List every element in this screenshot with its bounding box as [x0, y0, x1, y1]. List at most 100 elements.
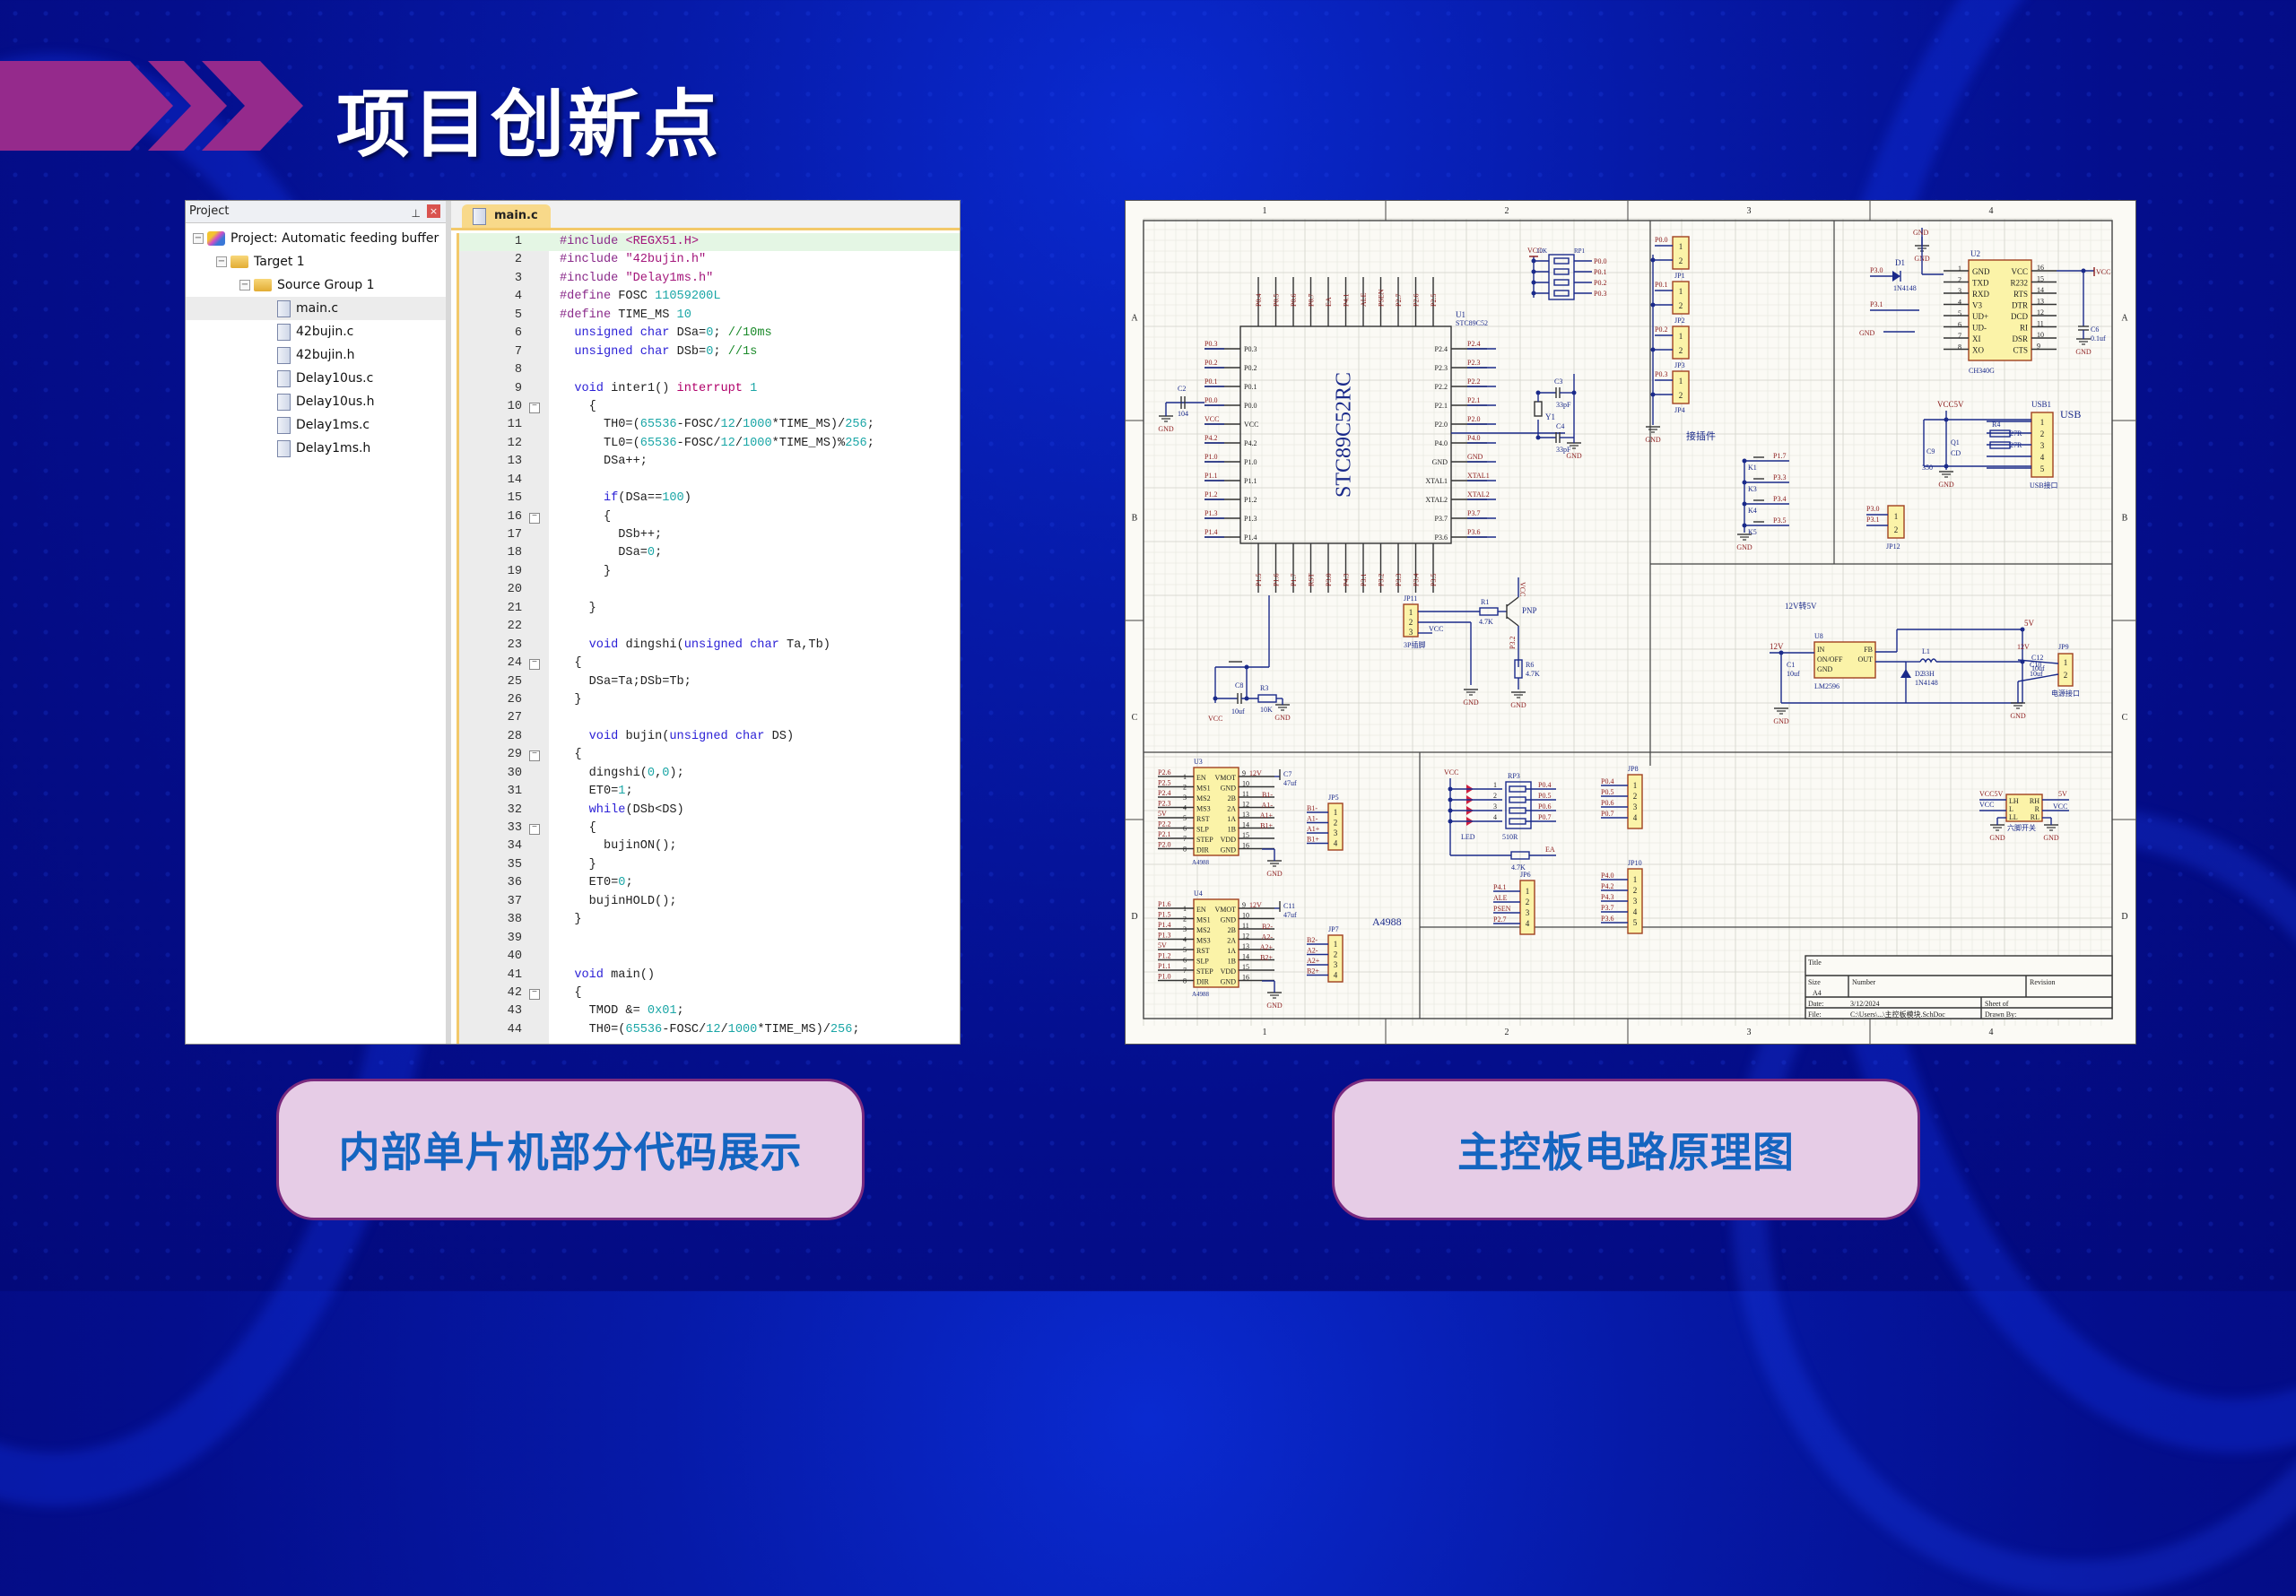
- fold-toggle-icon[interactable]: −: [529, 750, 540, 762]
- net-label: ALE: [1360, 292, 1368, 307]
- code-line[interactable]: 32 while(DSb<DS): [459, 802, 960, 820]
- code-line[interactable]: 2 #include "42bujin.h": [459, 251, 960, 269]
- code-demo-button[interactable]: 内部单片机部分代码展示: [276, 1079, 865, 1220]
- net-label: P1.5: [1255, 574, 1263, 586]
- schematic-label: 2: [2040, 429, 2045, 438]
- pin-label: 2A: [1227, 805, 1236, 813]
- code-line[interactable]: 16− {: [459, 508, 960, 526]
- code-line[interactable]: 42− {: [459, 984, 960, 1002]
- schematic-button[interactable]: 主控板电路原理图: [1332, 1079, 1920, 1220]
- code-line[interactable]: 39: [459, 930, 960, 948]
- code-line[interactable]: 35 }: [459, 856, 960, 874]
- line-number: 21: [507, 601, 522, 615]
- schematic-label: ALE: [1493, 894, 1508, 902]
- tree-item-file[interactable]: 42bujin.c: [186, 320, 446, 343]
- code-line[interactable]: 36 ET0=0;: [459, 874, 960, 892]
- schematic-label: JP7: [1328, 925, 1339, 933]
- fold-toggle-icon[interactable]: −: [529, 659, 540, 671]
- code-line[interactable]: 14: [459, 472, 960, 490]
- fold-toggle-icon[interactable]: −: [529, 988, 540, 1000]
- code-line[interactable]: 24− {: [459, 655, 960, 672]
- code-line[interactable]: 37 bujinHOLD();: [459, 893, 960, 911]
- schematic-label: JP4: [1674, 406, 1685, 414]
- line-number: 13: [507, 455, 522, 469]
- net-label: P2.2: [1158, 820, 1170, 828]
- tree-item-file[interactable]: Delay1ms.h: [186, 437, 446, 460]
- code-line[interactable]: 40: [459, 948, 960, 966]
- code-line[interactable]: 18 DSa=0;: [459, 544, 960, 562]
- tree-item-file[interactable]: Delay10us.h: [186, 390, 446, 413]
- code-line[interactable]: 3 #include "Delay1ms.h": [459, 270, 960, 288]
- code-line[interactable]: 10− {: [459, 398, 960, 416]
- code-line[interactable]: 13 DSa++;: [459, 453, 960, 471]
- code-line[interactable]: 23 void dingshi(unsigned char Ta,Tb): [459, 637, 960, 655]
- code-line[interactable]: 43 TMOD &= 0x01;: [459, 1002, 960, 1020]
- code-line[interactable]: 11 TH0=(65536-FOSC/12/1000*TIME_MS)/256;: [459, 416, 960, 434]
- tree-item-file[interactable]: Delay10us.c: [186, 367, 446, 390]
- code-line[interactable]: 31 ET0=1;: [459, 783, 960, 801]
- pin-label: 2B: [1228, 926, 1236, 934]
- fold-toggle-icon[interactable]: −: [529, 512, 540, 524]
- schematic-label: GND: [1913, 229, 1929, 237]
- code-line[interactable]: 12 TL0=(65536-FOSC/12/1000*TIME_MS)%256;: [459, 435, 960, 453]
- code-text: {: [560, 656, 582, 671]
- schematic-label: 5V: [2024, 619, 2035, 628]
- code-line[interactable]: 19 }: [459, 563, 960, 581]
- code-line[interactable]: 4 #define FOSC 11059200L: [459, 288, 960, 306]
- tree-item-folder[interactable]: − Source Group 1: [186, 273, 446, 297]
- tree-item-file[interactable]: Delay1ms.c: [186, 413, 446, 437]
- net-label: P2.6: [1158, 768, 1170, 776]
- line-number: 4: [514, 290, 522, 304]
- schematic-label: 27R: [2010, 441, 2022, 449]
- collapse-toggle-icon[interactable]: −: [216, 256, 227, 267]
- code-line[interactable]: 44 TH0=(65536-FOSC/12/1000*TIME_MS)/256;: [459, 1021, 960, 1039]
- code-line[interactable]: 8: [459, 361, 960, 379]
- tab-main-c[interactable]: main.c: [462, 204, 551, 228]
- schematic-label: LED: [1461, 833, 1475, 841]
- column-label: 2: [1505, 1028, 1509, 1037]
- code-line[interactable]: 29− {: [459, 746, 960, 764]
- fold-toggle-icon[interactable]: −: [529, 402, 540, 413]
- code-line[interactable]: 41 void main(): [459, 967, 960, 984]
- code-line[interactable]: 9 void inter1() interrupt 1: [459, 380, 960, 398]
- collapse-toggle-icon[interactable]: −: [239, 280, 250, 291]
- code-line[interactable]: 7 unsigned char DSb=0; //1s: [459, 343, 960, 361]
- code-line[interactable]: 27: [459, 709, 960, 727]
- resistor: [1553, 268, 1570, 275]
- code-text: bujinHOLD();: [560, 894, 677, 908]
- pin-label: P2.0: [1435, 421, 1448, 429]
- code-line[interactable]: 30 dingshi(0,0);: [459, 765, 960, 783]
- fold-toggle-icon[interactable]: −: [529, 824, 540, 835]
- net-label: P3.4: [1413, 574, 1421, 586]
- code-line[interactable]: 38 }: [459, 911, 960, 929]
- code-line[interactable]: 21 }: [459, 600, 960, 618]
- code-line[interactable]: 15 if(DSa==100): [459, 490, 960, 507]
- pin-icon[interactable]: ⊥: [412, 203, 421, 224]
- tree-item-file[interactable]: 42bujin.h: [186, 343, 446, 367]
- tree-item-project[interactable]: − Project: Automatic feeding buffer: [186, 227, 446, 250]
- code-line[interactable]: 1 #include <REGX51.H>: [459, 233, 960, 252]
- code-line[interactable]: 5 #define TIME_MS 10: [459, 307, 960, 325]
- schematic-label: CD: [1951, 449, 1961, 457]
- pin-label: GND: [1972, 267, 1990, 276]
- close-icon[interactable]: ×: [427, 204, 440, 218]
- schematic-label: 2: [1958, 276, 1961, 284]
- folder-icon: [254, 279, 272, 291]
- schematic-label: U8: [1814, 632, 1823, 640]
- code-line[interactable]: 28 void bujin(unsigned char DS): [459, 728, 960, 746]
- code-area[interactable]: 1 #include <REGX51.H> 2 #include "42bujin.h…: [457, 233, 960, 1044]
- code-line[interactable]: 26 }: [459, 691, 960, 709]
- net-label: XTAL2: [1467, 490, 1490, 499]
- code-line[interactable]: 20: [459, 581, 960, 599]
- code-line[interactable]: 22: [459, 618, 960, 636]
- code-line[interactable]: 34 bujinON();: [459, 837, 960, 855]
- tree-item-target[interactable]: − Target 1: [186, 250, 446, 273]
- code-line[interactable]: 6 unsigned char DSa=0; //10ms: [459, 325, 960, 343]
- collapse-toggle-icon[interactable]: −: [193, 233, 204, 244]
- code-line[interactable]: 33− {: [459, 820, 960, 837]
- tree-item-file[interactable]: main.c: [186, 297, 446, 320]
- code-line[interactable]: 17 DSb++;: [459, 526, 960, 544]
- net-label: RST: [1308, 573, 1316, 586]
- code-line[interactable]: 25 DSa=Ta;DSb=Tb;: [459, 673, 960, 691]
- row-label: B: [2122, 514, 2128, 524]
